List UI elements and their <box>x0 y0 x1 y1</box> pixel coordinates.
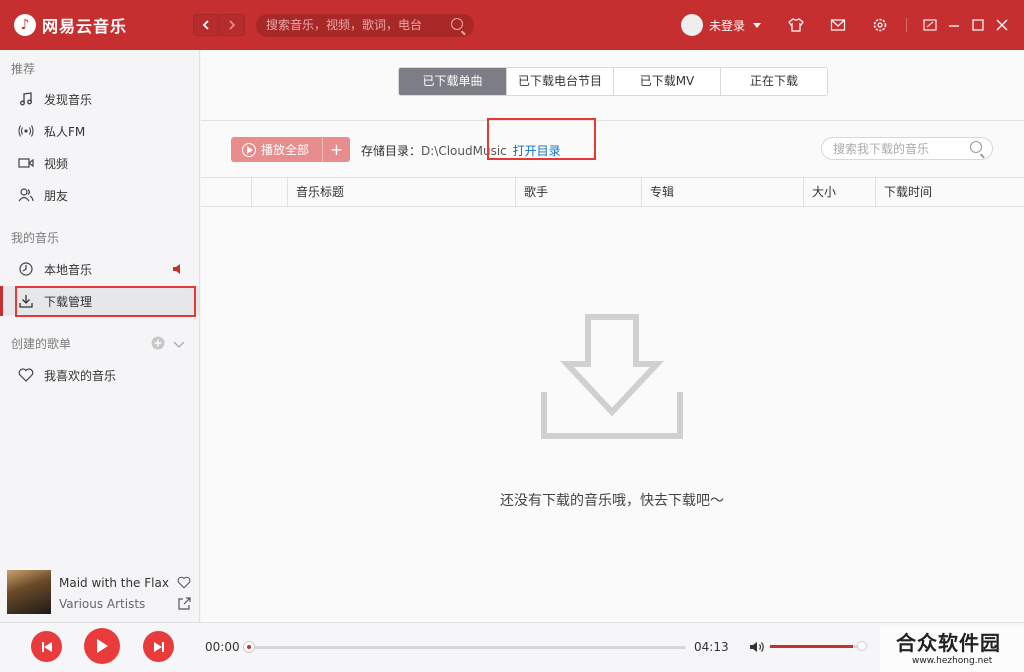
clock-icon <box>18 261 34 277</box>
radio-icon <box>18 123 34 139</box>
watermark-url: www.hezhong.net <box>912 656 993 666</box>
tab-downloading[interactable]: 正在下载 <box>720 68 827 95</box>
sidebar-item-label: 发现音乐 <box>44 92 93 107</box>
app-title: 网易云音乐 <box>42 17 128 36</box>
section-title-created-playlists: 创建的歌单 <box>11 337 72 351</box>
chevron-left-icon <box>202 20 209 30</box>
sidebar-item-discover[interactable]: 发现音乐 <box>0 84 199 114</box>
sidebar-item-label: 本地音乐 <box>44 262 93 277</box>
friends-icon <box>18 187 34 203</box>
watermark-text: 合众软件园 <box>896 631 1001 655</box>
netease-logo-icon: ♪ <box>14 14 36 36</box>
maximize-icon[interactable] <box>970 17 986 33</box>
search-icon[interactable] <box>970 141 982 153</box>
empty-download-icon <box>541 314 683 439</box>
section-title-recommend: 推荐 <box>11 62 36 76</box>
user-menu[interactable]: 未登录 <box>681 14 762 36</box>
sidebar-item-label: 视频 <box>44 156 69 171</box>
sidebar-item-fm[interactable]: 私人FM <box>0 116 199 146</box>
divider <box>201 120 1024 121</box>
download-icon <box>18 293 34 309</box>
storage-label: 存储目录： <box>361 144 422 158</box>
previous-icon <box>41 641 52 652</box>
close-icon[interactable] <box>994 17 1010 33</box>
back-button[interactable] <box>193 14 219 36</box>
play-circle-icon <box>242 142 256 157</box>
sidebar-item-label: 朋友 <box>44 188 69 203</box>
mail-icon[interactable] <box>830 17 846 33</box>
add-playlist-icon[interactable] <box>151 336 165 353</box>
play-icon <box>97 639 108 653</box>
column-album[interactable]: 专辑 <box>641 178 803 207</box>
next-icon <box>153 641 164 652</box>
column-title[interactable]: 音乐标题 <box>287 178 515 207</box>
like-heart-icon[interactable] <box>177 576 191 592</box>
tab-downloaded-radio[interactable]: 已下载电台节目 <box>506 68 613 95</box>
sidebar-item-label: 私人FM <box>44 124 86 139</box>
music-note-icon <box>18 91 34 107</box>
play-all-button[interactable]: 播放全部 + <box>231 137 350 162</box>
minimize-icon[interactable] <box>946 17 962 33</box>
skin-shirt-icon[interactable] <box>788 17 804 33</box>
caret-down-icon[interactable] <box>753 22 762 28</box>
progress-bar[interactable] <box>248 646 686 649</box>
volume-fill <box>770 645 853 648</box>
volume-slider[interactable] <box>770 645 862 648</box>
column-checkbox <box>251 178 291 207</box>
sidebar-item-download-manager[interactable]: 下载管理 <box>0 286 199 316</box>
titlebar-divider <box>906 18 907 32</box>
play-all-label: 播放全部 <box>261 143 310 157</box>
progress-knob[interactable] <box>243 641 255 653</box>
current-time: 00:00 <box>205 640 240 654</box>
sidebar-item-label: 我喜欢的音乐 <box>44 368 117 383</box>
avatar[interactable] <box>681 14 703 36</box>
total-time: 04:13 <box>694 640 729 654</box>
next-button[interactable] <box>143 631 174 662</box>
volume-icon[interactable] <box>749 640 765 657</box>
now-playing-artist[interactable]: Various Artists <box>59 597 145 611</box>
sidebar-item-friends[interactable]: 朋友 <box>0 180 199 210</box>
title-bar: ♪ 网易云音乐 未登录 <box>0 0 1024 50</box>
nav-buttons <box>193 14 245 36</box>
settings-gear-icon[interactable] <box>872 17 888 33</box>
add-to-playlist-button[interactable]: + <box>322 137 350 162</box>
storage-path: D:\CloudMusic <box>421 144 507 158</box>
search-icon[interactable] <box>451 18 463 30</box>
section-title-my-music: 我的音乐 <box>11 231 60 245</box>
chevron-right-icon <box>228 20 235 30</box>
video-icon <box>18 155 34 171</box>
column-download-time[interactable]: 下载时间 <box>875 178 1024 207</box>
login-status[interactable]: 未登录 <box>709 17 745 34</box>
table-header: 音乐标题 歌手 专辑 大小 下载时间 <box>201 177 1024 207</box>
sidebar-item-label: 下载管理 <box>44 294 93 309</box>
now-playing-title[interactable]: Maid with the Flax... <box>59 576 169 590</box>
app-logo[interactable]: ♪ 网易云音乐 <box>14 13 127 37</box>
tab-downloaded-mv[interactable]: 已下载MV <box>613 68 720 95</box>
forward-button[interactable] <box>219 14 245 36</box>
heart-icon <box>18 367 34 383</box>
share-icon[interactable] <box>178 597 191 613</box>
sidebar-item-local-music[interactable]: 本地音乐 <box>0 254 199 284</box>
column-artist[interactable]: 歌手 <box>515 178 641 207</box>
global-search-input[interactable] <box>256 14 474 37</box>
mini-mode-icon[interactable] <box>922 17 938 33</box>
chevron-down-icon[interactable] <box>173 338 185 352</box>
previous-button[interactable] <box>31 631 62 662</box>
tab-downloaded-songs[interactable]: 已下载单曲 <box>399 68 506 95</box>
album-cover[interactable] <box>7 570 51 614</box>
storage-directory: 存储目录：D:\CloudMusic 打开目录 <box>361 142 561 159</box>
sidebar-item-liked-music[interactable]: 我喜欢的音乐 <box>0 360 199 390</box>
play-button[interactable] <box>84 628 120 664</box>
column-size[interactable]: 大小 <box>803 178 875 207</box>
sidebar-item-video[interactable]: 视频 <box>0 148 199 178</box>
speaker-playing-icon <box>172 263 182 278</box>
download-tabs: 已下载单曲 已下载电台节目 已下载MV 正在下载 <box>398 67 828 96</box>
volume-knob[interactable] <box>857 641 867 651</box>
open-directory-link[interactable]: 打开目录 <box>513 144 561 158</box>
empty-state-message: 还没有下载的音乐哦，快去下载吧～ <box>500 493 724 509</box>
download-search-input[interactable] <box>821 137 993 160</box>
